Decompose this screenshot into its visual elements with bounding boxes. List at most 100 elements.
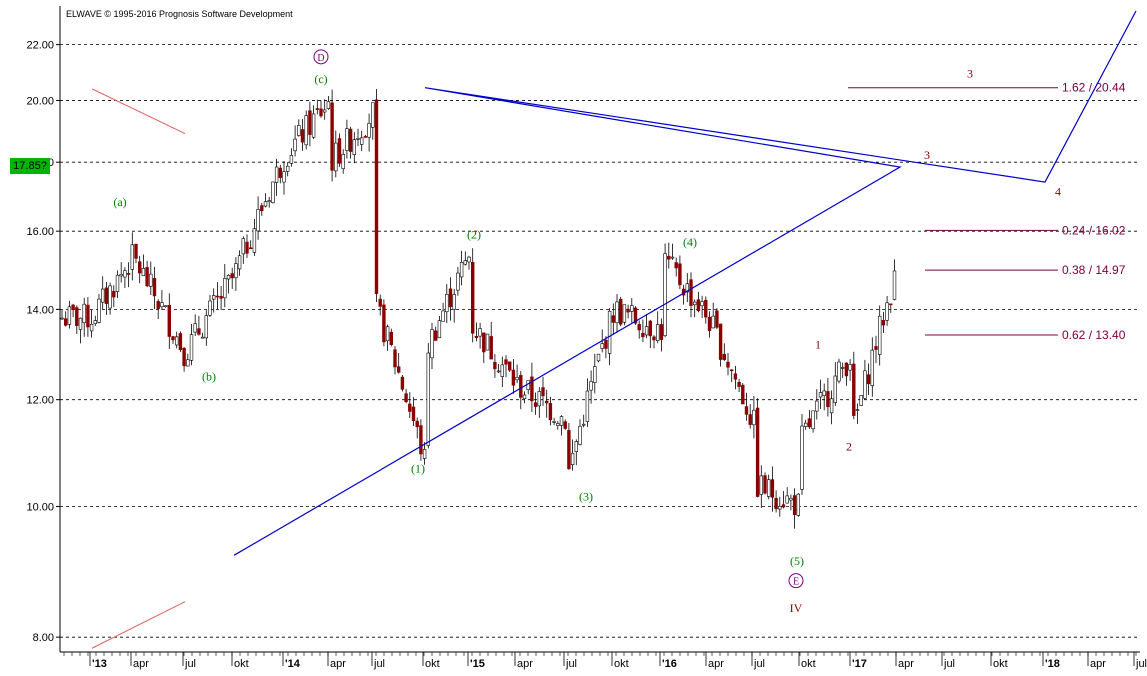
- candle-body: [574, 441, 579, 452]
- candle-body: [722, 353, 727, 360]
- candle-body: [415, 420, 419, 428]
- candle-body: [844, 362, 849, 377]
- candle-body: [363, 136, 368, 138]
- copyright-text: ELWAVE © 1995-2016 Prognosis Software De…: [66, 9, 293, 19]
- candle-body: [437, 320, 442, 339]
- y-tick-label: 10.00: [26, 501, 54, 513]
- candle-body: [97, 298, 101, 323]
- candle-body: [678, 263, 682, 286]
- candle-body: [119, 273, 123, 277]
- candle-body: [175, 336, 179, 346]
- wave-label: E: [793, 577, 799, 588]
- candle-body: [278, 167, 282, 178]
- candle-body: [419, 425, 423, 455]
- candle-body: [689, 279, 693, 306]
- candle-body: [71, 304, 75, 310]
- fib-label: 0.62 / 13.40: [1062, 328, 1126, 342]
- candle-body: [86, 304, 90, 328]
- x-tick-label: okt: [801, 658, 816, 670]
- candle-body: [522, 394, 527, 400]
- candle-body: [840, 367, 845, 369]
- candle-body: [655, 324, 660, 341]
- candle-body: [345, 128, 349, 151]
- last-price-badge: 17.85?: [10, 158, 50, 174]
- x-tick-label: apr: [708, 658, 724, 670]
- candle-body: [430, 329, 434, 359]
- candle-body: [215, 295, 220, 298]
- candle-body: [648, 320, 653, 337]
- candle-body: [60, 317, 64, 320]
- candle-body: [64, 318, 68, 326]
- candle-body: [382, 304, 386, 343]
- candle-body: [356, 138, 360, 140]
- candle-body: [167, 305, 171, 337]
- candle-body: [596, 353, 601, 362]
- x-tick-label: '15: [470, 658, 485, 670]
- y-tick-label: 12.00: [26, 395, 54, 407]
- candle-body: [422, 449, 427, 459]
- x-tick-label: '17: [852, 658, 867, 670]
- candle-body: [718, 323, 723, 360]
- candle-body: [585, 390, 590, 422]
- elliott-wave-chart: 8.0010.0012.0014.0016.0018.0020.0022.00 …: [26, 6, 1147, 670]
- x-tick-label: jul: [943, 658, 955, 670]
- candle-body: [544, 400, 549, 404]
- candle-body: [311, 113, 316, 138]
- candle-body: [504, 359, 508, 365]
- candle-body: [197, 328, 201, 335]
- candle-body: [93, 320, 98, 325]
- candle-body: [149, 273, 153, 287]
- candle-body: [459, 262, 464, 278]
- candle-body: [260, 205, 264, 212]
- candle-body: [200, 336, 205, 339]
- candle-body: [696, 299, 701, 312]
- fibonacci-targets: 1.62 / 20.44 0.24 / 16.02 0.38 / 14.97 0.62…: [848, 81, 1126, 342]
- candle-body: [237, 255, 242, 270]
- wave-labels: (a) (b) (c) D (1) (2) (3) (4) (5) E IV 1 2 3 3 4: [113, 49, 1061, 615]
- candle-body: [171, 336, 175, 341]
- candle-body: [559, 416, 564, 426]
- candle-body: [208, 300, 212, 316]
- candle-body: [304, 115, 308, 146]
- candle-body: [889, 303, 893, 306]
- candle-body: [770, 479, 775, 498]
- candle-body: [741, 384, 745, 405]
- candle-body: [445, 293, 449, 313]
- candle-body: [567, 430, 571, 470]
- wave-label: (a): [113, 195, 126, 209]
- x-tick-label: jul: [753, 658, 765, 670]
- candle-body: [223, 278, 227, 299]
- candle-body: [252, 228, 257, 253]
- candle-body: [482, 332, 486, 353]
- candle-body: [700, 301, 704, 307]
- candle-body: [189, 334, 194, 361]
- wave-label: (4): [683, 235, 697, 249]
- candle-body: [885, 302, 889, 321]
- candle-body: [863, 370, 867, 399]
- candle-body: [433, 330, 438, 341]
- candle-body: [348, 128, 353, 152]
- candle-body: [589, 381, 593, 391]
- candle-body: [300, 129, 305, 143]
- candle-body: [892, 270, 897, 300]
- candle-body: [789, 497, 793, 501]
- candle-body: [774, 498, 778, 510]
- candle-body: [204, 315, 208, 339]
- candle-body: [408, 403, 412, 412]
- candle-body: [615, 301, 619, 324]
- candle-body: [75, 307, 79, 326]
- candle-body: [859, 395, 863, 406]
- channel-trendlines: [91, 88, 186, 649]
- candle-body: [744, 406, 749, 415]
- candle-body: [707, 316, 712, 331]
- trendline: [91, 601, 186, 649]
- wave-label: 1: [815, 337, 821, 351]
- candle-body: [249, 247, 253, 250]
- candle-body: [378, 298, 382, 307]
- candle-body: [637, 324, 641, 331]
- candle-body: [493, 362, 497, 370]
- candle-body: [829, 398, 834, 414]
- candle-body: [467, 256, 471, 263]
- candle-body: [82, 303, 86, 323]
- candle-body: [297, 124, 301, 136]
